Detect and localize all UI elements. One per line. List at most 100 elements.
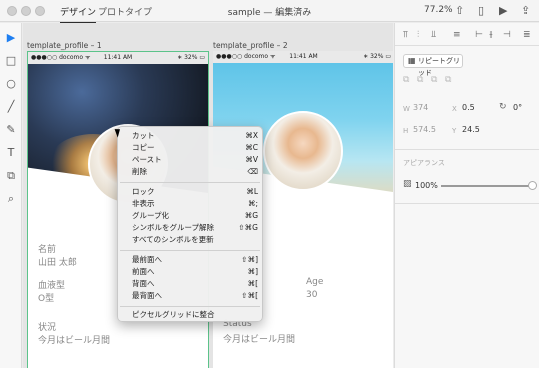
opacity-icon: ▨ — [403, 179, 412, 189]
boolean-exclude-icon[interactable]: ⧉ — [445, 75, 451, 85]
play-icon[interactable]: ▶ — [499, 4, 507, 17]
tool-bar: ▶ □ ○ ╱ ✎ T ⧉ ⌕ — [0, 23, 22, 368]
x-label: X — [452, 105, 457, 113]
width-label: W — [403, 105, 410, 113]
menu-separator — [120, 182, 260, 183]
menu-separator — [120, 306, 260, 307]
panel-divider — [395, 45, 539, 46]
field-value-status: 今月はビール月間 — [223, 335, 296, 345]
boolean-intersect-icon[interactable]: ⧉ — [431, 75, 437, 85]
menu-item-cut[interactable]: カット ⌘X — [132, 130, 258, 142]
rotation-field[interactable]: 0° — [513, 103, 522, 112]
menu-item-bring-to-front[interactable]: 最前面へ ⇧⌘] — [132, 254, 258, 266]
artboard-label-2[interactable]: template_profile – 2 — [213, 41, 288, 50]
y-field[interactable]: 24.5 — [462, 125, 480, 134]
status-bar: ●●●○○ docomo ᯤ 11:41 AM ∗ 32% ▭ — [28, 52, 208, 64]
menu-item-delete[interactable]: 削除 ⌫ — [132, 166, 258, 178]
upload-icon[interactable]: ⇪ — [521, 4, 530, 17]
menu-shortcut: ⌘; — [247, 199, 258, 208]
x-field[interactable]: 0.5 — [462, 103, 475, 112]
distribute-horizontal-icon[interactable]: ≣ — [523, 30, 531, 40]
battery-status: ∗ 32% ▭ — [177, 54, 205, 61]
align-center-icon[interactable]: ⫳ — [489, 30, 493, 40]
menu-label: 前面へ — [132, 267, 155, 276]
menu-item-hide[interactable]: 非表示 ⌘; — [132, 198, 258, 210]
avatar — [263, 111, 343, 191]
menu-label: シンボルをグループ解除 — [132, 223, 215, 232]
menu-shortcut: ⌘L — [246, 187, 258, 196]
menu-separator — [120, 250, 260, 251]
align-top-icon[interactable]: ⫪ — [403, 30, 408, 40]
menu-label: ピクセルグリッドに整合 — [132, 310, 215, 319]
select-tool-icon[interactable]: ▶ — [5, 32, 17, 44]
field-label-blood: 血液型 — [38, 281, 66, 291]
share-icon[interactable]: ⇧ — [455, 4, 464, 17]
line-tool-icon[interactable]: ╱ — [5, 101, 17, 113]
align-right-icon[interactable]: ⊣ — [503, 30, 511, 40]
grid-icon: ▦ — [408, 56, 416, 65]
device-preview-icon[interactable]: ▯ — [478, 4, 484, 17]
ellipse-tool-icon[interactable]: ○ — [5, 78, 17, 90]
menu-label: グループ化 — [132, 211, 170, 220]
menu-item-send-backward[interactable]: 背面へ ⌘[ — [132, 278, 258, 290]
opacity-slider-knob[interactable] — [528, 181, 537, 190]
artboard-label-1[interactable]: template_profile – 1 — [27, 41, 102, 50]
menu-shortcut: ⌘X — [245, 131, 258, 140]
menu-label: 最背面へ — [132, 291, 162, 300]
property-inspector: ⫪ ⫶ ⫫ ≡ ⊢ ⫳ ⊣ ≣ ▦ リピートグリッド ⧉ ⧉ ⧉ ⧉ W 374… — [394, 23, 539, 368]
menu-label: ペースト — [132, 155, 162, 164]
menu-label: 削除 — [132, 167, 147, 176]
height-label: H — [403, 127, 409, 135]
menu-label: すべてのシンボルを更新 — [132, 235, 214, 244]
width-field[interactable]: 374 — [413, 103, 428, 112]
menu-shortcut: ⌘[ — [247, 279, 258, 288]
boolean-union-icon[interactable]: ⧉ — [403, 75, 409, 85]
field-value-status: 今月はビール月間 — [38, 336, 111, 346]
panel-divider — [395, 203, 539, 204]
menu-label: ロック — [132, 187, 155, 196]
menu-item-update-symbols[interactable]: すべてのシンボルを更新 — [132, 234, 258, 246]
status-bar: ●●●○○ docomo ᯤ 11:41 AM ∗ 32% ▭ — [213, 51, 393, 63]
menu-shortcut: ⇧⌘] — [241, 255, 258, 264]
distribute-vertical-icon[interactable]: ≡ — [453, 30, 461, 40]
repeat-grid-label: リピートグリッド — [418, 57, 460, 77]
opacity-slider-track[interactable] — [441, 185, 531, 187]
boolean-subtract-icon[interactable]: ⧉ — [417, 75, 423, 85]
align-left-icon[interactable]: ⊢ — [475, 30, 483, 40]
menu-item-pixel-grid-align[interactable]: ピクセルグリッドに整合 — [132, 309, 258, 321]
align-bottom-icon[interactable]: ⫫ — [431, 30, 436, 40]
appearance-heading: アピアランス — [403, 159, 445, 167]
pen-tool-icon[interactable]: ✎ — [5, 124, 17, 136]
menu-item-ungroup-symbol[interactable]: シンボルをグループ解除 ⇧⌘G — [132, 222, 258, 234]
menu-label: コピー — [132, 143, 155, 152]
menu-label: カット — [132, 131, 155, 140]
align-middle-icon[interactable]: ⫶ — [417, 30, 419, 40]
context-menu: カット ⌘X コピー ⌘C ペースト ⌘V 削除 ⌫ ロック ⌘L 非表示 ⌘; グループ化… — [117, 126, 263, 322]
opacity-field[interactable]: 100% — [415, 181, 438, 190]
menu-shortcut: ⌘G — [244, 211, 258, 220]
artboard-tool-icon[interactable]: ⧉ — [5, 170, 17, 182]
field-value-name: 山田 太郎 — [38, 258, 77, 268]
text-tool-icon[interactable]: T — [5, 147, 17, 159]
menu-label: 背面へ — [132, 279, 155, 288]
field-label-name: 名前 — [38, 245, 57, 255]
field-label-age: Age — [306, 277, 324, 287]
zoom-tool-icon[interactable]: ⌕ — [5, 193, 17, 205]
menu-shortcut: ⌘C — [245, 143, 258, 152]
zoom-level[interactable]: 77.2% — [424, 5, 453, 15]
menu-shortcut: ⌫ — [247, 167, 258, 176]
menu-item-group[interactable]: グループ化 ⌘G — [132, 210, 258, 222]
menu-shortcut: ⇧⌘G — [238, 223, 258, 232]
menu-item-send-to-back[interactable]: 最背面へ ⇧⌘[ — [132, 290, 258, 302]
menu-item-copy[interactable]: コピー ⌘C — [132, 142, 258, 154]
menu-item-lock[interactable]: ロック ⌘L — [132, 186, 258, 198]
field-label-status: 状況 — [38, 323, 57, 333]
menu-item-paste[interactable]: ペースト ⌘V — [132, 154, 258, 166]
repeat-grid-button[interactable]: ▦ リピートグリッド — [403, 54, 463, 77]
rectangle-tool-icon[interactable]: □ — [5, 55, 17, 67]
rotate-icon: ↻ — [499, 102, 507, 112]
menu-item-bring-forward[interactable]: 前面へ ⌘] — [132, 266, 258, 278]
field-value-blood: O型 — [38, 294, 55, 304]
menu-shortcut: ⌘] — [247, 267, 258, 276]
height-field[interactable]: 574.5 — [413, 125, 436, 134]
